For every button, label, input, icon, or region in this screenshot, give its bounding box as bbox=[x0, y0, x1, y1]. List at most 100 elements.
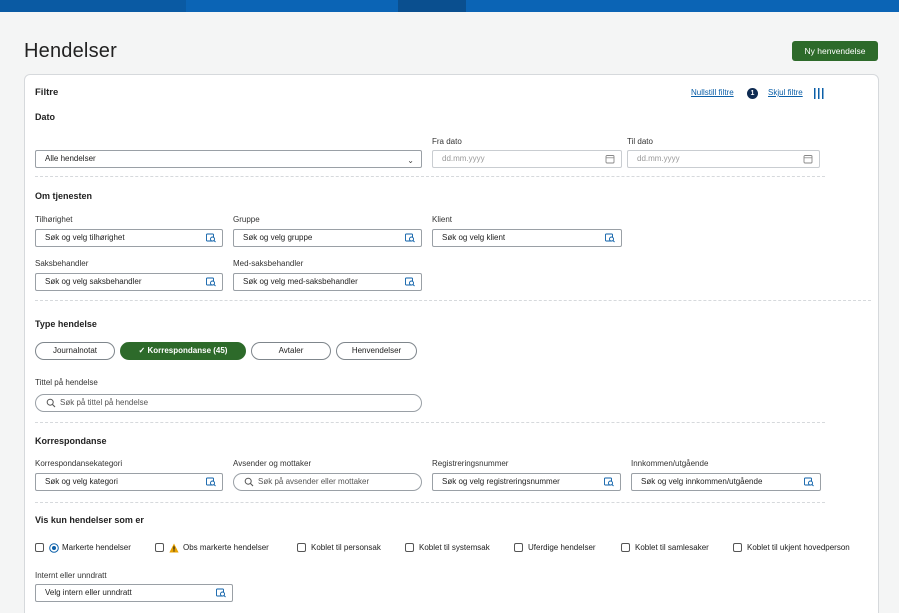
checkbox-uferdige[interactable]: Uferdige hendelser bbox=[514, 543, 619, 555]
search-icon bbox=[244, 477, 254, 487]
calendar-icon[interactable] bbox=[803, 154, 813, 164]
search-list-icon[interactable] bbox=[405, 233, 415, 243]
section-divider bbox=[35, 176, 825, 177]
pill-korrespondanse[interactable]: ✓ Korrespondanse (45) bbox=[120, 342, 246, 360]
checkbox-box[interactable] bbox=[621, 543, 630, 552]
registreringsnummer-label: Registreringsnummer bbox=[432, 459, 509, 468]
pill-journalnotat[interactable]: Journalnotat bbox=[35, 342, 115, 360]
internal-input[interactable]: Velg intern eller unndratt bbox=[35, 584, 233, 602]
checkbox-box[interactable] bbox=[405, 543, 414, 552]
search-list-icon[interactable] bbox=[605, 233, 615, 243]
to-date-label: Til dato bbox=[627, 137, 653, 146]
date-range-select-value: Alle hendelser bbox=[45, 154, 96, 163]
pill-avtaler[interactable]: Avtaler bbox=[251, 342, 331, 360]
checkbox-samlesaker[interactable]: Koblet til samlesaker bbox=[621, 543, 731, 555]
title-search-placeholder: Søk på tittel på hendelse bbox=[60, 398, 149, 407]
checkbox-label: Koblet til samlesaker bbox=[635, 543, 709, 552]
search-list-icon[interactable] bbox=[604, 477, 614, 487]
active-filter-count-badge: 1 bbox=[747, 88, 758, 99]
registreringsnummer-input[interactable]: Søk og velg registreringsnummer bbox=[432, 473, 621, 491]
service-section-title: Om tjenesten bbox=[35, 191, 93, 201]
saksbehandler-label: Saksbehandler bbox=[35, 259, 89, 268]
kategori-label: Korrespondansekategori bbox=[35, 459, 123, 468]
from-date-placeholder: dd.mm.yyyy bbox=[442, 154, 485, 163]
tilhorighet-placeholder: Søk og velg tilhørighet bbox=[45, 233, 125, 242]
nav-segment[interactable] bbox=[0, 0, 186, 12]
section-divider bbox=[35, 300, 871, 301]
checkbox-markerte[interactable]: Markerte hendelser bbox=[35, 543, 170, 555]
title-search-input[interactable]: Søk på tittel på hendelse bbox=[35, 394, 422, 412]
checkbox-label: Uferdige hendelser bbox=[528, 543, 596, 552]
reset-filters-link[interactable]: Nullstill filtre bbox=[691, 88, 734, 97]
search-list-icon[interactable] bbox=[405, 277, 415, 287]
checkbox-personsak[interactable]: Koblet til personsak bbox=[297, 543, 407, 555]
top-navigation-bar bbox=[0, 0, 899, 12]
chevron-down-icon: ⌄ bbox=[407, 156, 414, 165]
checkbox-box[interactable] bbox=[733, 543, 742, 552]
gruppe-label: Gruppe bbox=[233, 215, 260, 224]
innkommen-placeholder: Søk og velg innkommen/utgående bbox=[641, 477, 763, 486]
event-type-section-title: Type hendelse bbox=[35, 319, 97, 329]
hide-filters-link[interactable]: Skjul filtre bbox=[768, 88, 803, 97]
section-divider bbox=[35, 422, 825, 423]
search-list-icon[interactable] bbox=[206, 233, 216, 243]
internal-label: Internt eller unndratt bbox=[35, 571, 107, 580]
checkbox-box[interactable] bbox=[514, 543, 523, 552]
pill-henvendelser[interactable]: Henvendelser bbox=[336, 342, 417, 360]
search-list-icon[interactable] bbox=[206, 277, 216, 287]
calendar-icon[interactable] bbox=[605, 154, 615, 164]
from-date-input[interactable]: dd.mm.yyyy bbox=[432, 150, 622, 168]
saksbehandler-placeholder: Søk og velg saksbehandler bbox=[45, 277, 142, 286]
new-inquiry-button[interactable]: Ny henvendelse bbox=[792, 41, 878, 61]
innkommen-label: Innkommen/utgående bbox=[631, 459, 709, 468]
medsaksbehandler-placeholder: Søk og velg med-saksbehandler bbox=[243, 277, 358, 286]
filter-columns-icon[interactable] bbox=[813, 88, 825, 99]
checkbox-systemsak[interactable]: Koblet til systemsak bbox=[405, 543, 510, 555]
kategori-input[interactable]: Søk og velg kategori bbox=[35, 473, 223, 491]
correspondence-section-title: Korrespondanse bbox=[35, 436, 107, 446]
checkbox-ukjent-hovedperson[interactable]: Koblet til ukjent hovedperson bbox=[733, 543, 875, 555]
target-icon bbox=[49, 543, 59, 553]
saksbehandler-input[interactable]: Søk og velg saksbehandler bbox=[35, 273, 223, 291]
nav-segment-active[interactable] bbox=[398, 0, 466, 12]
page-title: Hendelser bbox=[24, 40, 117, 62]
search-list-icon[interactable] bbox=[804, 477, 814, 487]
avsender-placeholder: Søk på avsender eller mottaker bbox=[258, 477, 370, 486]
registreringsnummer-placeholder: Søk og velg registreringsnummer bbox=[442, 477, 560, 486]
checkbox-label: Koblet til ukjent hovedperson bbox=[747, 543, 850, 552]
filter-panel: Filtre Nullstill filtre 1 Skjul filtre D… bbox=[24, 74, 879, 613]
to-date-placeholder: dd.mm.yyyy bbox=[637, 154, 680, 163]
checkbox-label: Koblet til systemsak bbox=[419, 543, 490, 552]
from-date-label: Fra dato bbox=[432, 137, 462, 146]
checkbox-obs-markerte[interactable]: Obs markerte hendelser bbox=[155, 543, 295, 555]
title-search-label: Tittel på hendelse bbox=[35, 378, 98, 387]
kategori-placeholder: Søk og velg kategori bbox=[45, 477, 118, 486]
search-list-icon[interactable] bbox=[216, 588, 226, 598]
avsender-search-input[interactable]: Søk på avsender eller mottaker bbox=[233, 473, 422, 491]
checkbox-box[interactable] bbox=[297, 543, 306, 552]
tilhorighet-label: Tilhørighet bbox=[35, 215, 73, 224]
tilhorighet-input[interactable]: Søk og velg tilhørighet bbox=[35, 229, 223, 247]
gruppe-input[interactable]: Søk og velg gruppe bbox=[233, 229, 422, 247]
gruppe-placeholder: Søk og velg gruppe bbox=[243, 233, 313, 242]
medsaksbehandler-label: Med-saksbehandler bbox=[233, 259, 304, 268]
medsaksbehandler-input[interactable]: Søk og velg med-saksbehandler bbox=[233, 273, 422, 291]
search-list-icon[interactable] bbox=[206, 477, 216, 487]
pill-korrespondanse-label: Korrespondanse (45) bbox=[147, 346, 228, 355]
section-divider bbox=[35, 502, 825, 503]
checkbox-box[interactable] bbox=[35, 543, 44, 552]
klient-input[interactable]: Søk og velg klient bbox=[432, 229, 622, 247]
warning-icon bbox=[169, 543, 179, 553]
search-icon bbox=[46, 398, 56, 408]
to-date-input[interactable]: dd.mm.yyyy bbox=[627, 150, 820, 168]
date-range-select[interactable]: Alle hendelser ⌄ bbox=[35, 150, 422, 168]
visibility-section-title: Vis kun hendelser som er bbox=[35, 515, 144, 525]
innkommen-input[interactable]: Søk og velg innkommen/utgående bbox=[631, 473, 821, 491]
date-section-title: Dato bbox=[35, 112, 55, 122]
klient-label: Klient bbox=[432, 215, 453, 224]
checkbox-box[interactable] bbox=[155, 543, 164, 552]
checkbox-label: Obs markerte hendelser bbox=[183, 543, 269, 552]
visibility-checkbox-row: Markerte hendelser Obs markerte hendelse… bbox=[35, 543, 875, 555]
avsender-label: Avsender og mottaker bbox=[233, 459, 312, 468]
checkbox-label: Koblet til personsak bbox=[311, 543, 381, 552]
